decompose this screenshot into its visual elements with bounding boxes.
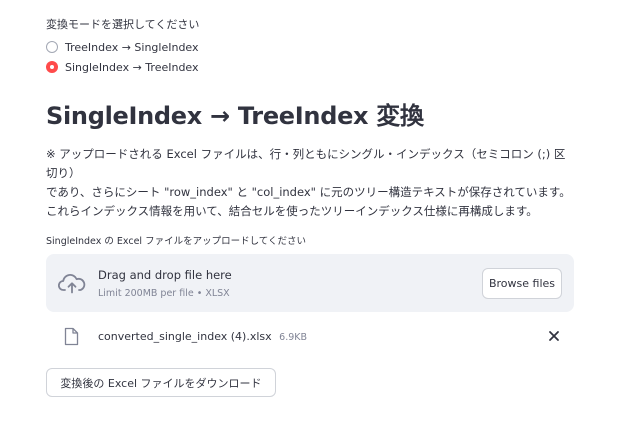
radio-option-label: TreeIndex → SingleIndex (65, 40, 199, 54)
mode-radio-caption: 変換モードを選択してください (46, 18, 200, 31)
browse-files-button[interactable]: Browse files (482, 268, 562, 299)
file-size: 6.9KB (279, 332, 308, 343)
radio-option-label: SingleIndex → TreeIndex (65, 60, 199, 74)
dropzone-title: Drag and drop file here (98, 268, 232, 282)
mode-radio-single-to-tree[interactable]: SingleIndex → TreeIndex (46, 59, 199, 75)
dropzone-limit: Limit 200MB per file • XLSX (98, 288, 230, 299)
uploaded-file-row: converted_single_index (4).xlsx 6.9KB (46, 322, 574, 352)
radio-checked-icon[interactable] (46, 61, 58, 73)
file-name-text: converted_single_index (4).xlsx (98, 330, 272, 343)
description-line: ※ アップロードされる Excel ファイルは、行・列ともにシングル・インデック… (46, 147, 566, 161)
file-icon (64, 327, 79, 346)
file-dropzone[interactable]: Drag and drop file here Limit 200MB per … (46, 254, 574, 312)
uploaded-file-name: converted_single_index (4).xlsx 6.9KB (98, 330, 307, 343)
close-icon[interactable] (546, 328, 562, 344)
description-line: これらインデックス情報を用いて、結合セルを使ったツリーインデックス仕様に再構成し… (46, 204, 538, 218)
description-line: であり、さらにシート "row_index" と "col_index" に元の… (46, 185, 571, 199)
description: ※ アップロードされる Excel ファイルは、行・列ともにシングル・インデック… (46, 145, 582, 221)
app-page: 変換モードを選択してください TreeIndex → SingleIndex S… (0, 0, 624, 431)
page-title: SingleIndex → TreeIndex 変換 (46, 102, 424, 130)
cloud-upload-icon (58, 274, 86, 294)
uploader-caption: SingleIndex の Excel ファイルをアップロードしてください (46, 236, 307, 247)
mode-radio-tree-to-single[interactable]: TreeIndex → SingleIndex (46, 39, 199, 55)
description-line: 切り） (46, 166, 81, 180)
download-excel-button[interactable]: 変換後の Excel ファイルをダウンロード (46, 368, 276, 397)
radio-unchecked-icon[interactable] (46, 41, 58, 53)
